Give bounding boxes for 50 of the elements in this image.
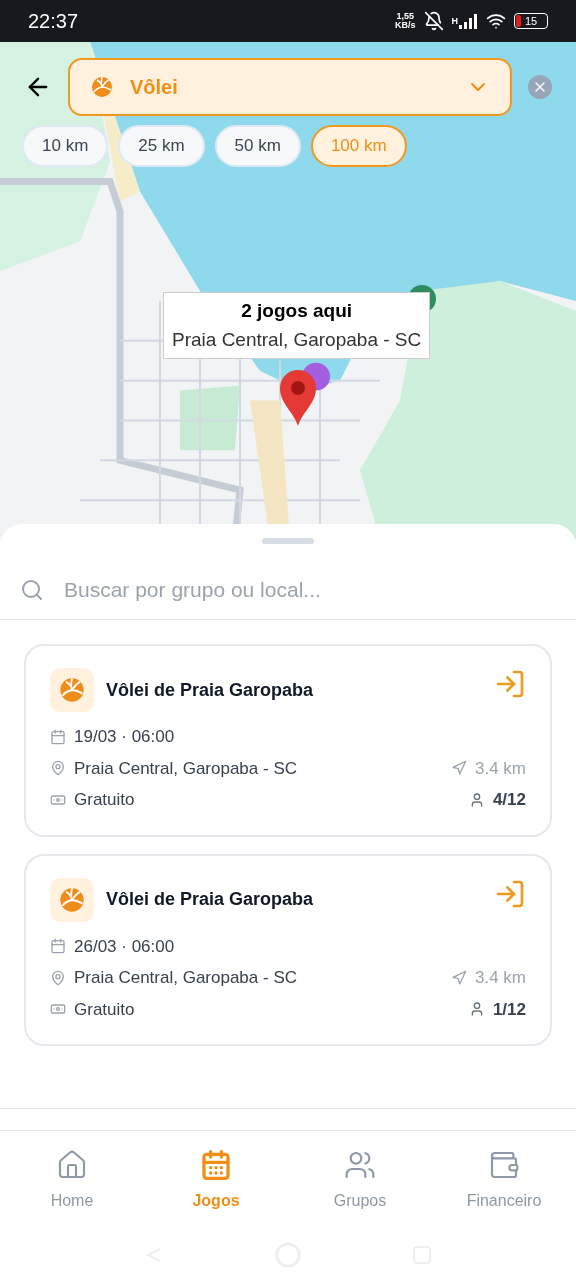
nav-tab[interactable]: Jogos bbox=[144, 1148, 288, 1213]
volleyball-icon bbox=[58, 885, 86, 914]
drag-handle[interactable] bbox=[262, 538, 314, 544]
game-distance: 3.4 km bbox=[474, 967, 526, 989]
join-button[interactable] bbox=[494, 668, 526, 700]
search-field[interactable]: Buscar por grupo ou local... bbox=[64, 573, 556, 606]
search-icon bbox=[20, 577, 44, 602]
volleyball-icon bbox=[58, 676, 86, 704]
player-count: 4/12 bbox=[492, 789, 526, 811]
signal-icon bbox=[458, 13, 478, 29]
nav-tab[interactable]: Home bbox=[0, 1148, 144, 1213]
radius-chip[interactable]: 100 km bbox=[310, 125, 407, 167]
player-count: 1/12 bbox=[492, 998, 526, 1021]
radius-chip[interactable]: 50 km bbox=[214, 125, 301, 167]
clock: 22:37 bbox=[28, 9, 79, 34]
direction-icon bbox=[450, 969, 467, 986]
game-location: Praia Central, Garopaba - SC bbox=[74, 757, 297, 780]
muted-bell-icon bbox=[423, 11, 444, 31]
location-icon bbox=[50, 969, 66, 986]
enter-icon bbox=[494, 668, 526, 700]
callout-address: Praia Central, Garopaba - SC bbox=[172, 327, 422, 352]
battery-level: 15 bbox=[525, 15, 538, 27]
volleyball-icon bbox=[90, 75, 114, 99]
home-icon bbox=[56, 1148, 88, 1181]
nav-tab[interactable]: Financeiro bbox=[432, 1148, 576, 1213]
battery-fill bbox=[516, 15, 521, 27]
game-date: 19/03 · 06:00 bbox=[74, 726, 175, 748]
game-location: Praia Central, Garopaba - SC bbox=[74, 967, 297, 989]
direction-icon bbox=[450, 760, 467, 777]
location-icon bbox=[50, 760, 66, 777]
calendar-icon bbox=[200, 1148, 232, 1181]
game-title: Vôlei de Praia Garopaba bbox=[106, 678, 314, 702]
game-price: Gratuito bbox=[74, 789, 135, 811]
network-speed: 1,55 KB/s bbox=[395, 12, 416, 30]
game-price: Gratuito bbox=[74, 998, 135, 1021]
game-distance: 3.4 km bbox=[474, 757, 526, 780]
sport-dropdown[interactable]: Vôlei bbox=[68, 58, 512, 116]
callout-title: 2 jogos aqui bbox=[241, 299, 353, 323]
network-type: H bbox=[451, 15, 458, 28]
game-title: Vôlei de Praia Garopaba bbox=[106, 888, 314, 911]
game-card[interactable]: Vôlei de Praia Garopaba 26/03 · 06:00 Praia Central, Garopaba - SC 3.4 km Gratuito 1/12 bbox=[24, 853, 552, 1046]
wifi-icon bbox=[486, 11, 506, 31]
calendar-icon bbox=[50, 938, 66, 955]
nav-tab[interactable]: Grupos bbox=[288, 1148, 432, 1213]
map-pin-icon bbox=[277, 368, 319, 428]
radius-chip[interactable]: 25 km bbox=[118, 125, 205, 167]
game-card[interactable]: Vôlei de Praia Garopaba 19/03 · 06:00 Praia Central, Garopaba - SC 3.4 km Gratuito 4/12 bbox=[24, 644, 552, 837]
calendar-icon bbox=[50, 728, 66, 745]
game-date: 26/03 · 06:00 bbox=[74, 935, 175, 958]
radius-chip[interactable]: 10 km bbox=[22, 125, 109, 167]
